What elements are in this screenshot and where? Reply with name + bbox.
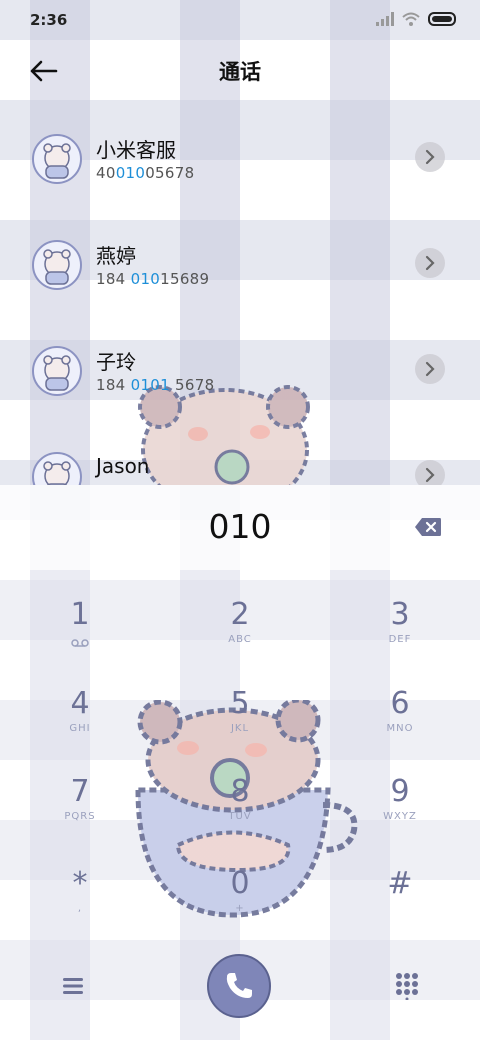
page-title: 通话 [219,60,261,84]
list-item[interactable]: 小米客服 4001005678 [0,100,480,206]
bottom-bar [0,950,480,1040]
key-digit: 8 [230,774,250,809]
key-letters: TUV [228,811,252,822]
contact-detail-button[interactable] [415,142,445,172]
key-9[interactable]: 9 WXYZ [340,774,460,854]
key-2[interactable]: 2 ABC [180,597,300,677]
chevron-right-icon [425,255,435,271]
key-letters: MNO [386,723,414,734]
status-bar: 2:36 [0,0,480,40]
key-letters: WXYZ [383,811,417,822]
key-hash[interactable]: # [340,866,460,946]
key-5[interactable]: 5 JKL [180,686,300,766]
contact-detail-button[interactable] [415,354,445,384]
wifi-icon [402,12,420,26]
key-digit: # [387,866,413,901]
contact-detail-button[interactable] [415,248,445,278]
key-digit: 6 [390,686,410,721]
dial-input[interactable]: 010 [0,507,480,546]
chevron-right-icon [425,149,435,165]
contact-name: 子玲 [96,350,136,374]
key-1[interactable]: 1 [20,597,140,677]
key-digit: * [72,866,88,901]
avatar [32,346,82,396]
key-digit: 3 [390,597,410,632]
list-item[interactable]: 燕婷 184 01015689 [0,206,480,312]
header: 通话 [0,40,480,100]
dialpad-icon[interactable] [395,972,419,1000]
call-button[interactable] [207,954,271,1018]
key-letters: DEF [388,634,412,645]
chevron-right-icon [425,467,435,483]
battery-icon [428,12,456,26]
key-3[interactable]: 3 DEF [340,597,460,677]
contact-name: 小米客服 [96,138,176,162]
key-digit: 9 [390,774,410,809]
status-icons [376,12,456,26]
list-item[interactable]: Jason [0,418,480,485]
key-star[interactable]: * , [20,866,140,946]
backspace-icon[interactable] [414,517,442,537]
key-letters: GHI [69,723,91,734]
contact-number: 184 0101 5678 [96,376,215,394]
key-digit: 1 [70,597,90,632]
contact-name: Jason [96,454,150,478]
chevron-right-icon [425,361,435,377]
avatar [32,240,82,290]
key-4[interactable]: 4 GHI [20,686,140,766]
status-time: 2:36 [30,11,68,29]
key-letters: JKL [230,723,250,734]
phone-icon [226,973,252,998]
contact-number: 184 01015689 [96,270,210,288]
key-8[interactable]: 8 TUV [180,774,300,854]
key-0[interactable]: 0 + [180,866,300,946]
list-item[interactable]: 子玲 184 0101 5678 [0,312,480,418]
key-digit: 2 [230,597,250,632]
key-digit: 0 [230,866,250,901]
key-digit: 7 [70,774,90,809]
avatar [32,134,82,184]
signal-icon [376,12,394,26]
contact-list: 小米客服 4001005678 燕婷 184 01015689 子玲 184 0… [0,100,480,485]
avatar [32,452,82,485]
contact-name: 燕婷 [96,244,136,268]
menu-icon[interactable] [62,976,84,996]
key-6[interactable]: 6 MNO [340,686,460,766]
voicemail-icon [71,639,89,647]
key-letters: PQRS [64,811,96,822]
contact-number: 4001005678 [96,164,195,182]
contact-detail-button[interactable] [415,460,445,485]
key-letters: + [235,903,245,914]
key-letters: ABC [228,634,252,645]
key-letters: , [77,903,83,914]
dial-display: 010 [0,485,480,570]
key-digit: 5 [230,686,250,721]
key-7[interactable]: 7 PQRS [20,774,140,854]
key-digit: 4 [70,686,90,721]
